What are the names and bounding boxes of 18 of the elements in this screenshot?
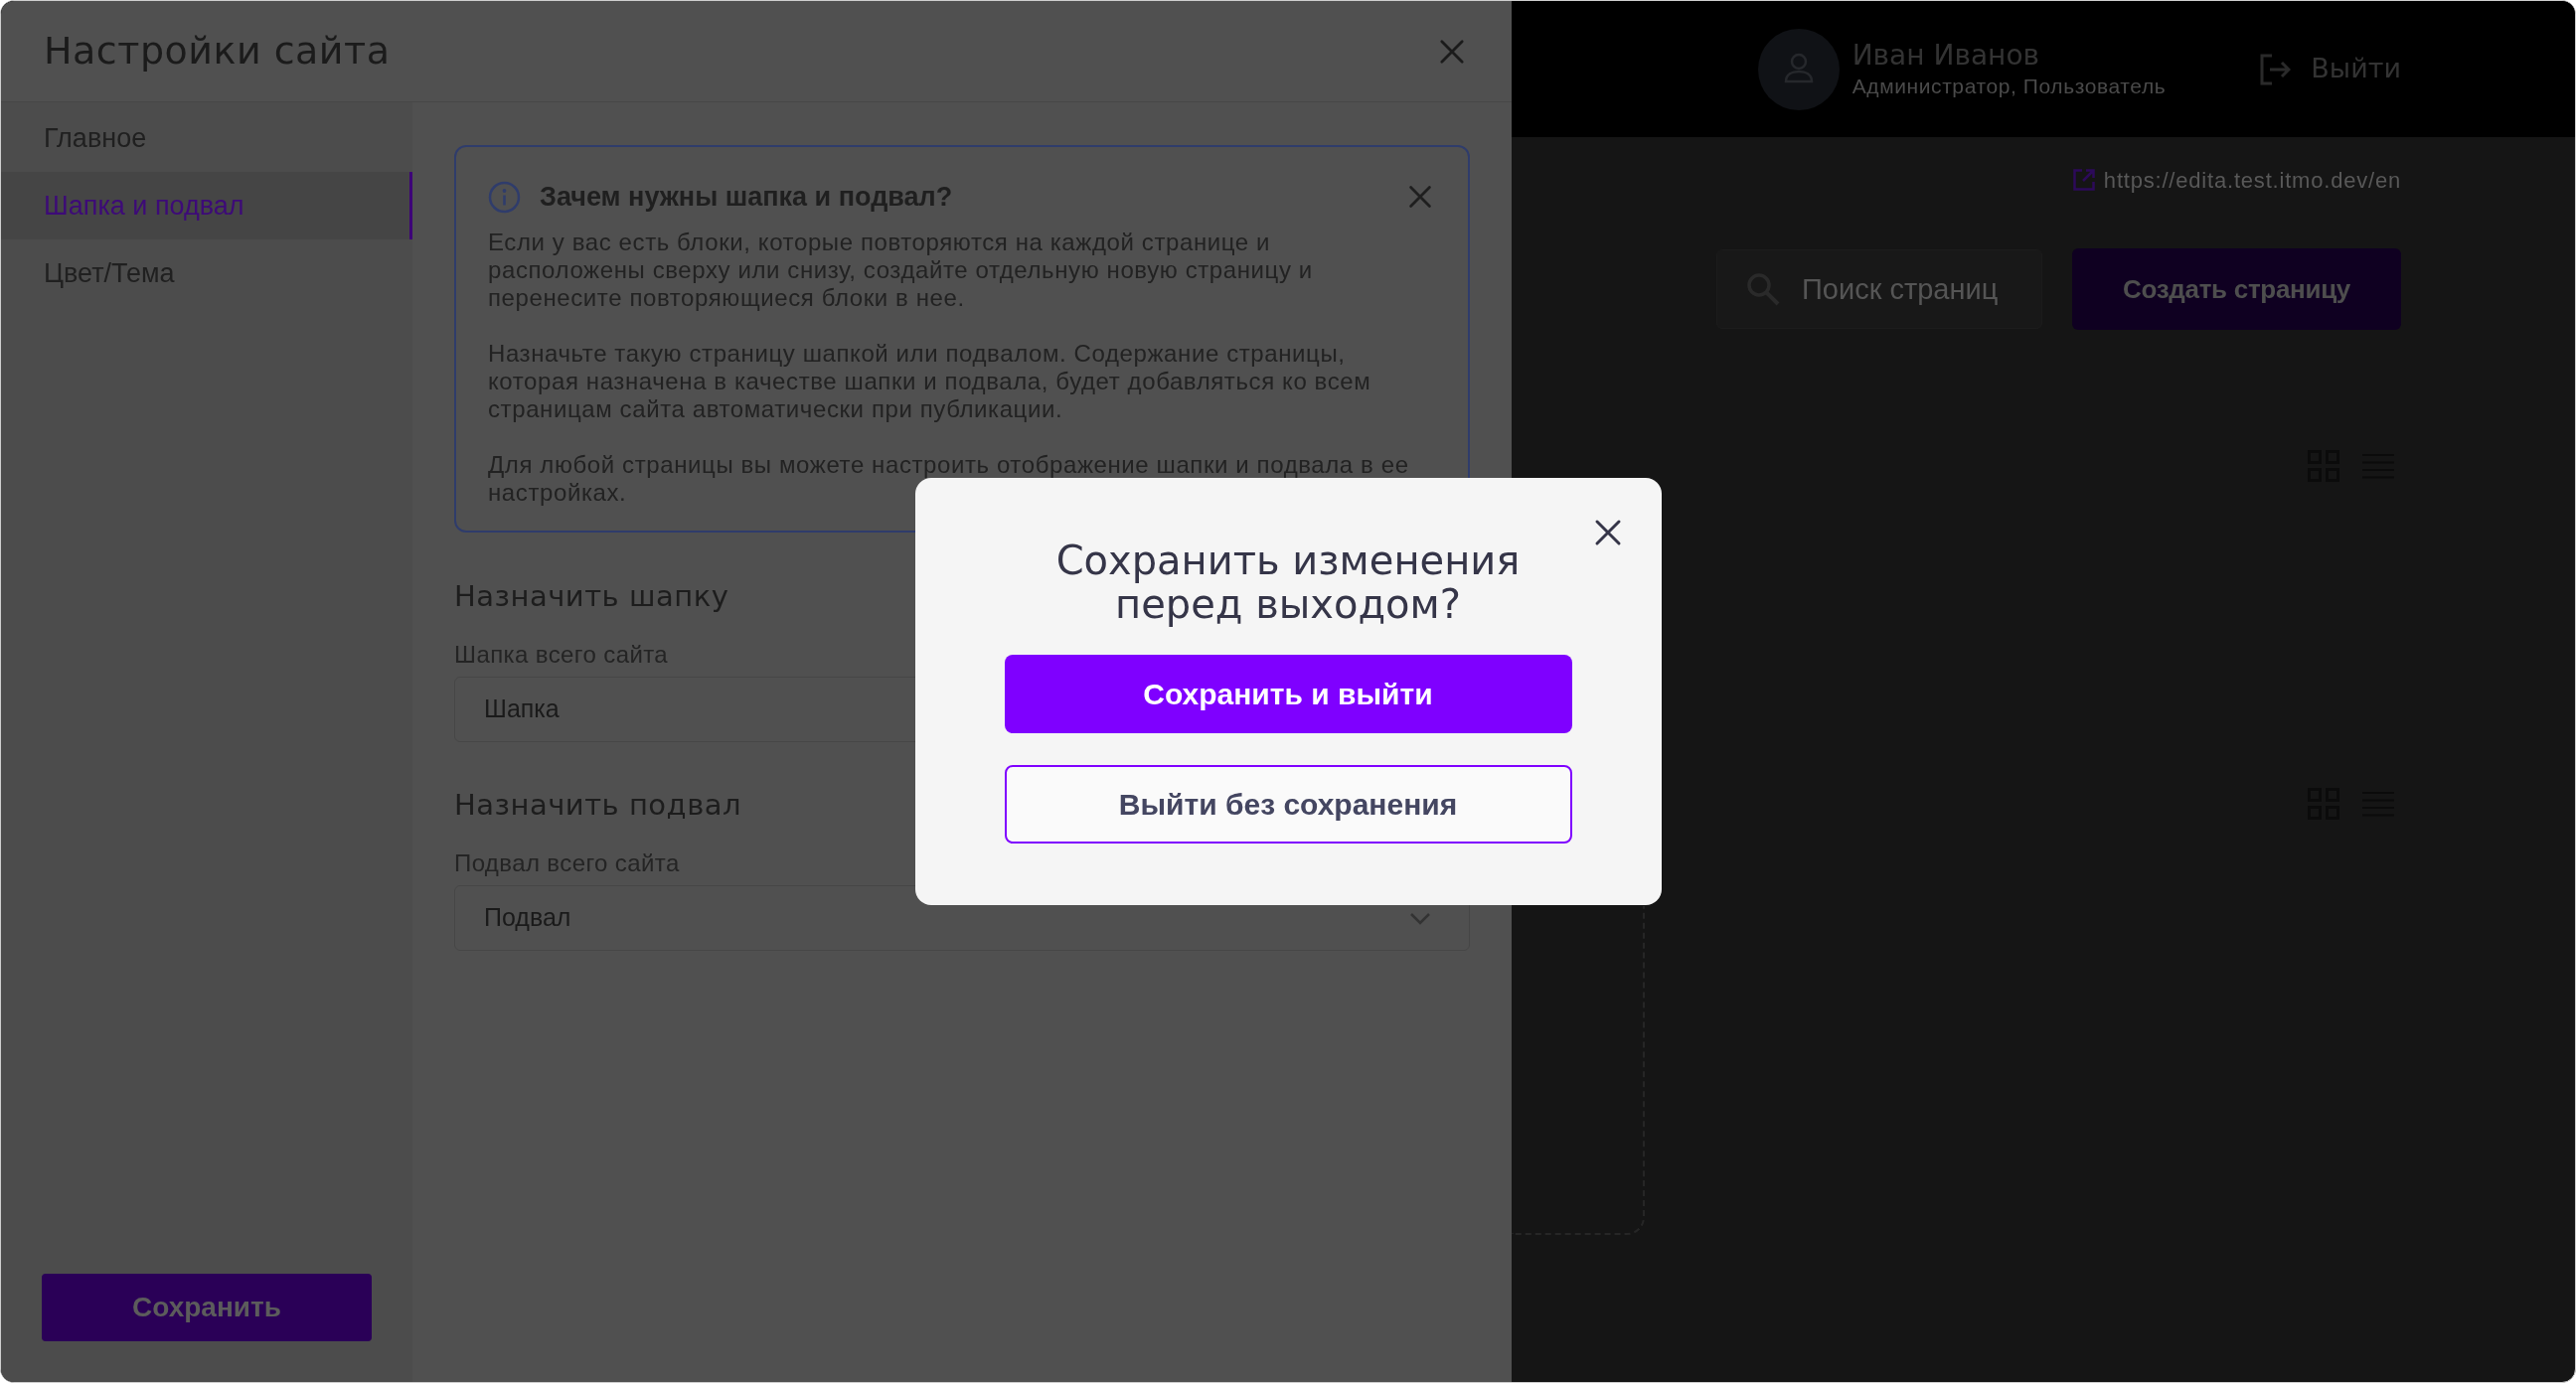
close-button[interactable]: [1593, 519, 1622, 546]
logout-icon: [2259, 53, 2292, 85]
close-icon: [1439, 38, 1465, 65]
exit-without-saving-button[interactable]: Выйти без сохранения: [1004, 765, 1572, 844]
info-icon: [488, 180, 521, 214]
close-icon: [1408, 185, 1432, 209]
close-icon: [1593, 519, 1622, 546]
user-avatar-icon: [1757, 28, 1840, 110]
user-role: Администратор, Пользователь: [1852, 73, 2167, 99]
save-button[interactable]: Сохранить: [42, 1274, 372, 1341]
external-link-icon: [2072, 169, 2095, 191]
search-field[interactable]: Поиск страниц: [1716, 249, 2042, 329]
sidebar-item[interactable]: Шапка и подвал: [1, 172, 412, 239]
save-and-exit-button[interactable]: Сохранить и выйти: [1004, 655, 1572, 733]
chevron-down-icon: [1409, 911, 1431, 925]
dialog-title: Сохранить изменения перед выходом?: [1054, 538, 1522, 626]
site-url-link[interactable]: https://edita.test.itmo.dev/en: [2072, 168, 2401, 192]
create-page-button[interactable]: Создать страницу: [2072, 248, 2401, 330]
